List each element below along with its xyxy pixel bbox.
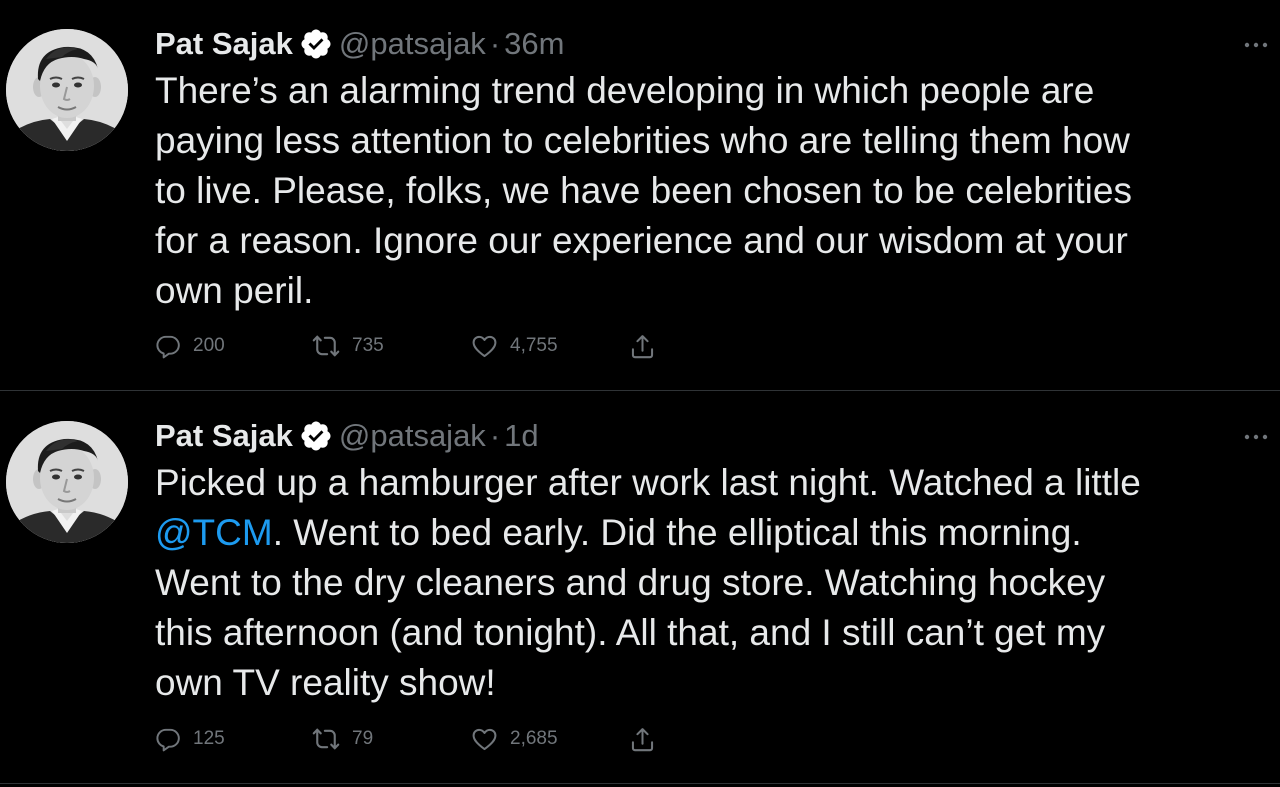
tweet-timestamp[interactable]: 1d <box>504 418 538 454</box>
reply-bubble-icon <box>155 726 181 752</box>
tweet[interactable]: Pat Sajak @patsajak · 36m There’s an ala… <box>0 0 1280 390</box>
reply-count: 200 <box>193 335 225 356</box>
like-count: 2,685 <box>510 728 558 749</box>
avatar[interactable] <box>6 29 128 151</box>
share-button[interactable] <box>629 331 668 361</box>
share-upload-icon <box>629 726 656 753</box>
retweet-button[interactable]: 735 <box>312 331 384 361</box>
author-handle[interactable]: @patsajak <box>339 418 486 454</box>
share-button[interactable] <box>629 724 668 754</box>
author-handle[interactable]: @patsajak <box>339 26 486 62</box>
verified-badge-icon <box>299 27 333 61</box>
like-button[interactable]: 2,685 <box>471 724 558 754</box>
tweet-text-part: . Went to bed early. Did the elliptical … <box>155 512 1106 703</box>
avatar[interactable] <box>6 421 128 543</box>
share-upload-icon <box>629 333 656 360</box>
tweet-actions: 200 735 4,755 <box>155 331 675 361</box>
tweet-timestamp[interactable]: 36m <box>504 26 564 62</box>
reply-button[interactable]: 200 <box>155 331 225 361</box>
tweet-actions: 125 79 2,685 <box>155 724 675 754</box>
retweet-count: 79 <box>352 728 374 749</box>
tweet-text-part: Picked up a hamburger after work last ni… <box>155 462 1141 503</box>
retweet-button[interactable]: 79 <box>312 724 373 754</box>
retweet-icon <box>312 725 340 753</box>
tweet-header: Pat Sajak @patsajak · 1d <box>155 416 539 456</box>
like-count: 4,755 <box>510 335 558 356</box>
retweet-icon <box>312 332 340 360</box>
tweet-header: Pat Sajak @patsajak · 36m <box>155 24 564 64</box>
heart-icon <box>471 333 498 360</box>
reply-bubble-icon <box>155 333 181 359</box>
author-name[interactable]: Pat Sajak <box>155 418 293 454</box>
avatar-photo <box>6 29 128 151</box>
reply-button[interactable]: 125 <box>155 724 225 754</box>
tweet-text: There’s an alarming trend developing in … <box>155 70 1132 311</box>
heart-icon <box>471 726 498 753</box>
tweet-divider <box>0 783 1280 784</box>
more-horizontal-icon[interactable] <box>1244 430 1268 444</box>
reply-count: 125 <box>193 728 225 749</box>
author-name[interactable]: Pat Sajak <box>155 26 293 62</box>
like-button[interactable]: 4,755 <box>471 331 558 361</box>
mention-link[interactable]: @TCM <box>155 512 273 553</box>
avatar-photo <box>6 421 128 543</box>
header-separator: · <box>489 418 501 453</box>
tweet-text: Picked up a hamburger after work last ni… <box>155 458 1270 708</box>
retweet-count: 735 <box>352 335 384 356</box>
tweet[interactable]: Pat Sajak @patsajak · 1d Picked up a ham… <box>0 391 1280 783</box>
more-horizontal-icon[interactable] <box>1244 38 1268 52</box>
verified-badge-icon <box>299 419 333 453</box>
header-separator: · <box>489 26 501 61</box>
